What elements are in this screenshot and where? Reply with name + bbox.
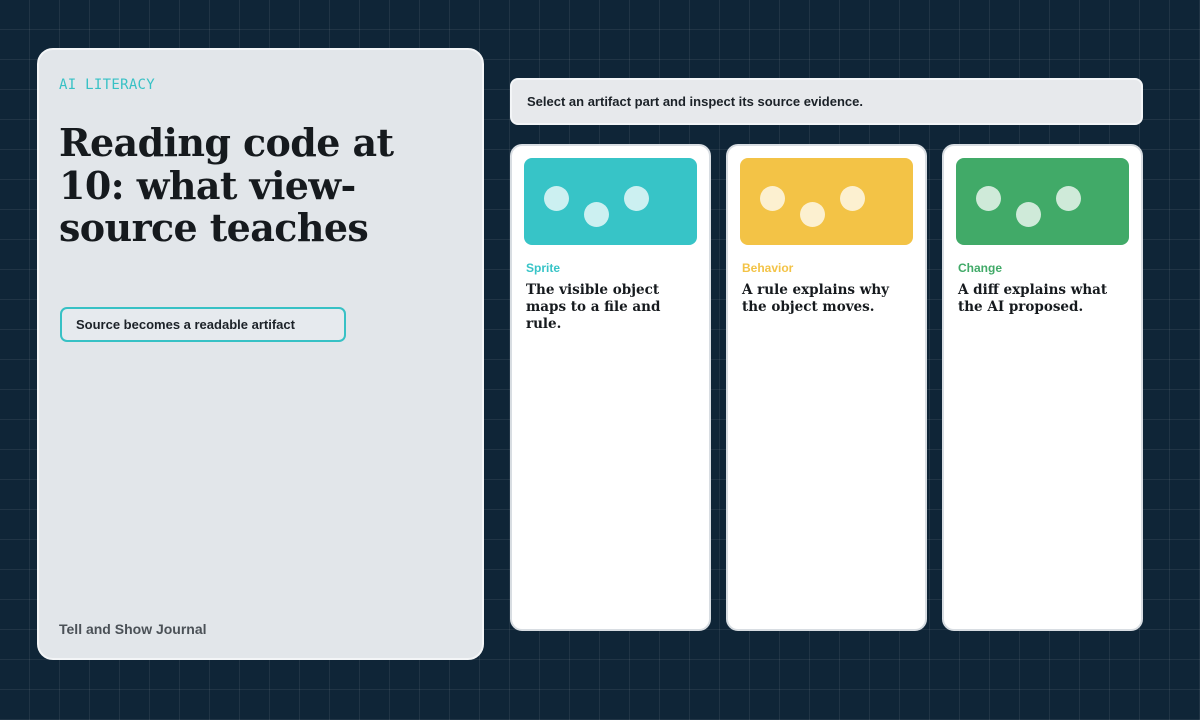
card-label: Sprite	[526, 261, 561, 275]
thumbnail-dot	[1016, 202, 1041, 227]
page-title: Reading code at 10: what view-source tea…	[59, 120, 394, 251]
thumbnail-dot	[544, 186, 569, 211]
thumbnail-dot	[584, 202, 609, 227]
thumbnail-dot	[760, 186, 785, 211]
artifact-pill-button[interactable]: Source becomes a readable artifact	[60, 307, 346, 342]
thumbnail-dot	[840, 186, 865, 211]
sprite-thumbnail	[524, 158, 697, 245]
publication-name: Tell and Show Journal	[59, 621, 207, 637]
thumbnail-dot	[1056, 186, 1081, 211]
card-label: Change	[958, 261, 1003, 275]
card-description: The visible object maps to a file and ru…	[526, 282, 661, 332]
card-description: A rule explains why the object moves.	[742, 282, 889, 315]
thumbnail-dot	[976, 186, 1001, 211]
change-thumbnail	[956, 158, 1129, 245]
artifact-card-change[interactable]: Change A diff explains what the AI propo…	[942, 144, 1143, 631]
artifact-card-behavior[interactable]: Behavior A rule explains why the object …	[726, 144, 927, 631]
card-description: A diff explains what the AI proposed.	[958, 282, 1108, 315]
article-panel: AI LITERACY Reading code at 10: what vie…	[37, 48, 484, 660]
behavior-thumbnail	[740, 158, 913, 245]
artifact-card-sprite[interactable]: Sprite The visible object maps to a file…	[510, 144, 711, 631]
card-label: Behavior	[742, 261, 794, 275]
thumbnail-dot	[800, 202, 825, 227]
instruction-bar: Select an artifact part and inspect its …	[510, 78, 1143, 125]
kicker-label: AI LITERACY	[59, 77, 156, 93]
thumbnail-dot	[624, 186, 649, 211]
